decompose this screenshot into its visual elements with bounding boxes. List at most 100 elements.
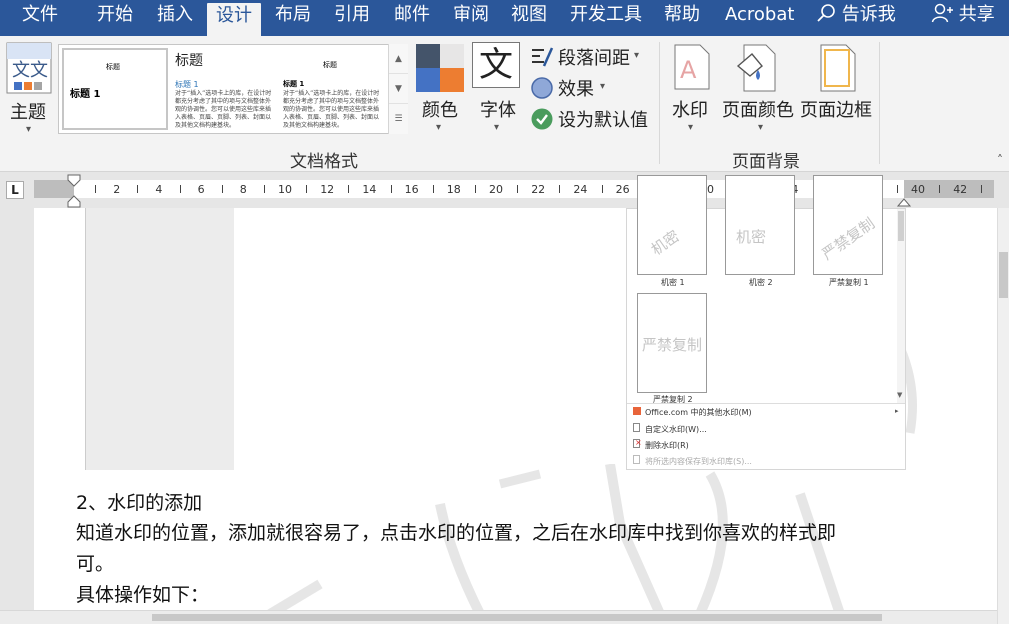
ruler-tick <box>432 185 434 193</box>
watermark-preview-text: 严禁复制 <box>818 214 879 264</box>
remove-watermark-item[interactable]: × 删除水印(R) <box>633 438 689 451</box>
chevron-down-icon: ▾ <box>26 124 32 135</box>
save-to-gallery-label: 将所选内容保存到水印库(S)... <box>645 457 752 466</box>
watermark-menu: Office.com 中的其他水印(M) ▸ 自定义水印(W)... × 删除水印… <box>627 403 905 469</box>
thumb-body: 对于“插入”选项卡上的库，在设计时都充分考虑了其中的项与文档整体外观的协调性。您… <box>175 90 272 129</box>
custom-watermark-label: 自定义水印(W)... <box>645 425 707 434</box>
vertical-scroll-thumb[interactable] <box>999 252 1008 298</box>
chevron-down-icon: ▾ <box>688 122 694 133</box>
themes-button[interactable]: 文文 主题 ▾ <box>4 40 54 140</box>
more-watermarks-item[interactable]: Office.com 中的其他水印(M) <box>633 407 752 418</box>
page-background-group-label: 页面背景 <box>732 152 800 172</box>
tab-references[interactable]: 引用 <box>334 0 370 36</box>
tab-layout[interactable]: 布局 <box>275 0 311 36</box>
paragraph-spacing-icon <box>532 47 554 67</box>
effects-button[interactable]: 效果 ▾ <box>530 75 620 101</box>
thumb-heading: 标题 1 <box>283 80 305 88</box>
tab-review[interactable]: 审阅 <box>453 0 489 36</box>
watermark-option-donotcopy-2[interactable]: 严禁复制 <box>637 293 707 393</box>
set-as-default-button[interactable]: 设为默认值 <box>530 106 652 132</box>
pane-scrollbar[interactable]: ▼ <box>897 209 905 403</box>
remove-watermark-label: 删除水印(R) <box>645 441 689 450</box>
chevron-down-icon[interactable]: ▼ <box>389 74 408 104</box>
search-icon <box>817 4 835 22</box>
ruler-tick <box>601 185 603 193</box>
tab-view[interactable]: 视图 <box>511 0 547 36</box>
fonts-label: 字体 <box>480 100 516 121</box>
share-button[interactable]: 共享 <box>931 0 995 36</box>
watermark-option-donotcopy-1[interactable]: 严禁复制 <box>813 175 883 275</box>
ruler-number: 40 <box>911 183 925 196</box>
horizontal-scrollbar[interactable] <box>0 610 997 624</box>
heading-paragraph[interactable]: 2、水印的添加 <box>76 488 202 515</box>
check-circle-icon <box>531 108 553 130</box>
ruler-number: 10 <box>278 183 292 196</box>
steps-intro-paragraph[interactable]: 具体操作如下： <box>76 580 209 607</box>
paragraph-spacing-button[interactable]: 段落间距 ▾ <box>530 44 650 70</box>
tab-design[interactable]: 设计 <box>207 3 261 37</box>
group-separator <box>659 42 660 164</box>
tell-me-button[interactable]: 告诉我 <box>816 0 896 36</box>
thumb-body: 对于“插入”选项卡上的库，在设计时都充分考虑了其中的项与文档整体外观的协调性。您… <box>283 90 380 129</box>
gallery-scroll[interactable]: ▲ ▼ ☰ <box>388 44 408 134</box>
ribbon: 文文 主题 ▾ 标题 标题 1 标题 标题 1 对于“插入”选项卡上的库，在设计… <box>0 36 1009 172</box>
save-to-gallery-item: 将所选内容保存到水印库(S)... <box>633 455 752 467</box>
style-set-thumb-1[interactable]: 标题 标题 1 <box>62 48 168 130</box>
tab-acrobat[interactable]: Acrobat <box>725 0 794 36</box>
tab-insert[interactable]: 插入 <box>157 0 193 36</box>
watermark-option-confidential-2[interactable]: 机密 <box>725 175 795 275</box>
body-paragraph[interactable]: 知道水印的位置，添加就很容易了，点击水印的位置，之后在水印库中找到你喜欢的样式即 <box>76 518 836 545</box>
fonts-button[interactable]: 文 字体 ▾ <box>472 42 524 142</box>
watermark-button[interactable]: A 水印 ▾ <box>670 42 716 142</box>
right-indent-marker[interactable] <box>897 193 911 207</box>
person-add-icon <box>931 3 953 23</box>
ruler-number: 26 <box>615 183 630 196</box>
style-set-thumb-2[interactable]: 标题 标题 1 对于“插入”选项卡上的库，在设计时都充分考虑了其中的项与文档整体… <box>173 48 277 130</box>
chevron-down-icon: ▾ <box>634 50 640 61</box>
tab-home[interactable]: 开始 <box>97 0 133 36</box>
watermark-preview-text: 机密 <box>647 226 683 259</box>
custom-watermark-item[interactable]: 自定义水印(W)... <box>633 423 707 435</box>
more-icon[interactable]: ☰ <box>389 104 408 134</box>
watermark-preview-text: 机密 <box>736 228 767 246</box>
ruler-tick <box>221 185 223 193</box>
vertical-scrollbar[interactable] <box>997 208 1009 624</box>
ruler-number: 4 <box>155 183 163 196</box>
chevron-down-icon: ▾ <box>436 122 442 133</box>
ruler-number: 20 <box>489 183 503 196</box>
document-formatting-group-label: 文档格式 <box>290 152 358 172</box>
chevron-down-icon: ▾ <box>600 81 606 92</box>
page-color-label: 页面颜色 <box>722 100 794 121</box>
watermark-caption: 机密 1 <box>661 278 685 287</box>
page-color-button[interactable]: 页面颜色 ▾ <box>722 42 798 142</box>
watermark-option-confidential-1[interactable]: 机密 <box>637 175 707 275</box>
watermark-caption: 机密 2 <box>749 278 773 287</box>
watermark-caption: 严禁复制 1 <box>829 278 869 287</box>
tab-mailings[interactable]: 邮件 <box>394 0 430 36</box>
svg-text:A: A <box>680 56 697 84</box>
watermark-gallery-pane: 机密 机密 1 机密 机密 2 严禁复制 严禁复制 1 严禁复制 严禁复制 2 … <box>626 175 906 470</box>
embedded-vertical-ruler <box>72 208 86 470</box>
thumb-heading: 标题 1 <box>175 80 199 89</box>
pane-scroll-thumb[interactable] <box>898 211 904 241</box>
collapse-ribbon-icon[interactable]: ˄ <box>997 153 1003 167</box>
body-paragraph-continued[interactable]: 可。 <box>76 549 114 576</box>
first-line-indent-marker[interactable] <box>67 172 81 208</box>
colors-button[interactable]: 颜色 ▾ <box>414 42 466 142</box>
page-border-icon <box>820 44 856 92</box>
chevron-up-icon[interactable]: ▲ <box>389 44 408 74</box>
watermark-preview-text: 严禁复制 <box>642 336 703 354</box>
ruler-tick <box>137 185 139 193</box>
paragraph-spacing-label: 段落间距 <box>558 48 630 69</box>
page-borders-button[interactable]: 页面边框 <box>800 42 876 142</box>
ruler-number: 16 <box>404 183 419 196</box>
tab-file[interactable]: 文件 <box>22 0 58 36</box>
tab-help[interactable]: 帮助 <box>664 0 700 36</box>
ruler-tick <box>179 185 181 193</box>
tab-selector[interactable]: L <box>6 181 24 199</box>
horizontal-scroll-thumb[interactable] <box>152 614 882 621</box>
chevron-down-icon[interactable]: ▼ <box>897 391 902 399</box>
style-set-thumb-3[interactable]: 标题 标题 1 对于“插入”选项卡上的库，在设计时都充分考虑了其中的项与文档整体… <box>281 48 385 130</box>
ruler-tick <box>559 185 561 193</box>
tab-developer[interactable]: 开发工具 <box>570 0 642 36</box>
